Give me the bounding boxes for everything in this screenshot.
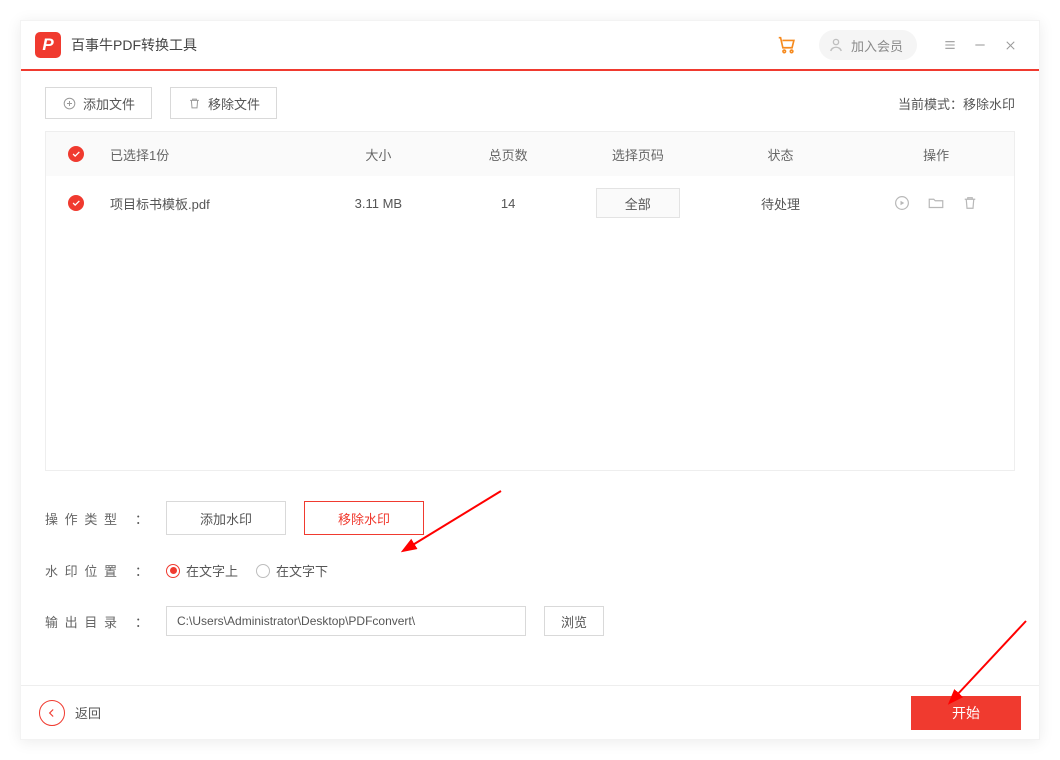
check-icon xyxy=(71,149,81,159)
file-toolbar: 添加文件 移除文件 当前模式：移除水印 xyxy=(45,87,1015,119)
titlebar: P 百事牛PDF转换工具 加入会员 xyxy=(21,21,1039,71)
file-table: 已选择1份 大小 总页数 选择页码 状态 操作 项目标书模板.pdf 3.11 … xyxy=(45,131,1015,471)
person-icon xyxy=(827,36,845,54)
watermark-position-label: 水印位置 xyxy=(45,561,117,580)
minimize-icon[interactable] xyxy=(965,30,995,60)
cart-icon[interactable] xyxy=(775,33,799,57)
join-vip-button[interactable]: 加入会员 xyxy=(819,30,917,60)
back-button[interactable]: 返回 xyxy=(39,700,101,726)
delete-icon[interactable] xyxy=(961,194,979,212)
remove-watermark-label: 移除水印 xyxy=(338,509,390,528)
add-file-button[interactable]: 添加文件 xyxy=(45,87,152,119)
row-filename: 项目标书模板.pdf xyxy=(106,194,314,213)
options-panel: 操作类型： 添加水印 移除水印 水印位置： 在文字上 在文字下 xyxy=(45,501,1015,636)
col-pagesel: 选择页码 xyxy=(573,145,703,164)
app-logo-icon: P xyxy=(35,32,61,58)
browse-label: 浏览 xyxy=(561,612,587,631)
row-size: 3.11 MB xyxy=(314,196,444,211)
col-pages: 总页数 xyxy=(443,145,573,164)
col-selected: 已选择1份 xyxy=(106,145,314,164)
current-mode-label: 当前模式：移除水印 xyxy=(898,94,1015,113)
output-dir-row: 输出目录： C:\Users\Administrator\Desktop\PDF… xyxy=(45,606,1015,636)
output-path-input[interactable]: C:\Users\Administrator\Desktop\PDFconver… xyxy=(166,606,526,636)
footer-bar: 返回 开始 xyxy=(21,685,1039,739)
play-icon[interactable] xyxy=(893,194,911,212)
row-checkbox[interactable] xyxy=(68,195,84,211)
position-above-label: 在文字上 xyxy=(186,561,238,580)
arrow-left-icon xyxy=(39,700,65,726)
app-title: 百事牛PDF转换工具 xyxy=(71,35,197,55)
row-pages: 14 xyxy=(443,196,573,211)
position-below-radio[interactable]: 在文字下 xyxy=(256,561,328,580)
position-below-label: 在文字下 xyxy=(276,561,328,580)
add-watermark-label: 添加水印 xyxy=(200,509,252,528)
radio-circle-icon xyxy=(256,564,270,578)
window-controls xyxy=(935,30,1025,60)
position-above-radio[interactable]: 在文字上 xyxy=(166,561,238,580)
watermark-position-row: 水印位置： 在文字上 在文字下 xyxy=(45,561,1015,580)
row-status: 待处理 xyxy=(703,194,859,213)
add-file-label: 添加文件 xyxy=(83,94,135,113)
select-all-checkbox[interactable] xyxy=(68,146,84,162)
page-range-label: 全部 xyxy=(625,194,651,213)
col-size: 大小 xyxy=(314,145,444,164)
vip-label: 加入会员 xyxy=(851,36,903,55)
radio-circle-icon xyxy=(166,564,180,578)
back-label: 返回 xyxy=(75,703,101,722)
operation-type-label: 操作类型 xyxy=(45,509,117,528)
plus-circle-icon xyxy=(62,96,77,111)
col-actions: 操作 xyxy=(858,145,1014,164)
page-range-selector[interactable]: 全部 xyxy=(596,188,680,218)
add-watermark-button[interactable]: 添加水印 xyxy=(166,501,286,535)
table-header: 已选择1份 大小 总页数 选择页码 状态 操作 xyxy=(46,132,1014,176)
check-icon xyxy=(71,198,81,208)
operation-type-row: 操作类型： 添加水印 移除水印 xyxy=(45,501,1015,535)
output-path-value: C:\Users\Administrator\Desktop\PDFconver… xyxy=(177,614,415,628)
row-actions xyxy=(858,194,1014,212)
content-area: 添加文件 移除文件 当前模式：移除水印 已选择1份 大小 总页数 选择页码 状态 xyxy=(21,71,1039,685)
close-icon[interactable] xyxy=(995,30,1025,60)
remove-file-button[interactable]: 移除文件 xyxy=(170,87,277,119)
remove-file-label: 移除文件 xyxy=(208,94,260,113)
remove-watermark-button[interactable]: 移除水印 xyxy=(304,501,424,535)
trash-icon xyxy=(187,96,202,111)
col-status: 状态 xyxy=(703,145,859,164)
output-dir-label: 输出目录 xyxy=(45,612,117,631)
browse-button[interactable]: 浏览 xyxy=(544,606,604,636)
start-label: 开始 xyxy=(952,703,980,723)
folder-icon[interactable] xyxy=(927,194,945,212)
app-window: P 百事牛PDF转换工具 加入会员 xyxy=(20,20,1040,740)
table-row: 项目标书模板.pdf 3.11 MB 14 全部 待处理 xyxy=(46,176,1014,230)
menu-icon[interactable] xyxy=(935,30,965,60)
start-button[interactable]: 开始 xyxy=(911,696,1021,730)
